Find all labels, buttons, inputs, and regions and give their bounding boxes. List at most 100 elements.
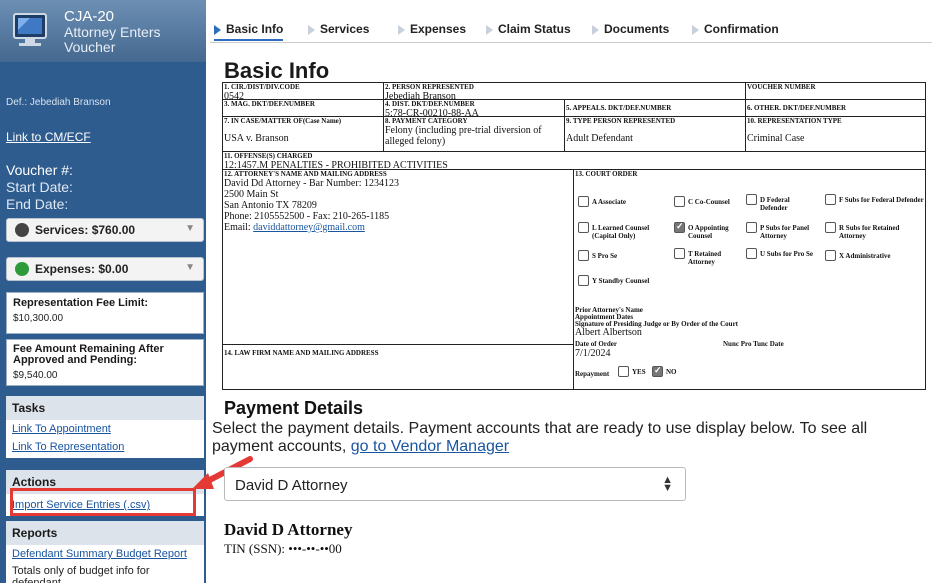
checkbox-label: U Subs for Pro Se xyxy=(760,250,814,258)
field-8-payment-category: 8. PAYMENT CATEGORY Felony (including pr… xyxy=(383,116,565,152)
field-label: 11. OFFENSE(S) CHARGED xyxy=(224,152,313,160)
checkbox-label: P Subs for Panel Attorney xyxy=(760,224,810,240)
field-5-appeals-dkt: 5. APPEALS. DKT/DEF.NUMBER xyxy=(564,99,746,117)
clock-icon xyxy=(15,223,29,237)
checkbox xyxy=(578,275,589,286)
attorney-street: 2500 Main St xyxy=(224,189,279,200)
payment-details-description: Select the payment details. Payment acco… xyxy=(212,420,928,456)
expenses-total-toggle[interactable]: Expenses: $0.00 ▼ xyxy=(6,257,204,281)
end-date-label: End Date: xyxy=(6,196,69,212)
checkbox-label: R Subs for Retained Attorney xyxy=(839,224,900,240)
chevron-right-icon xyxy=(692,24,699,35)
vendor-manager-link[interactable]: go to Vendor Manager xyxy=(351,438,509,455)
tab-basic-info[interactable]: Basic Info xyxy=(214,22,284,41)
field-label: 6. OTHER. DKT/DEF.NUMBER xyxy=(747,104,847,112)
field-label: 8. PAYMENT CATEGORY xyxy=(385,117,468,125)
tasks-section: Tasks Link To Appointment Link To Repres… xyxy=(6,396,204,458)
tab-confirmation[interactable]: Confirmation xyxy=(692,22,779,36)
tab-expenses[interactable]: Expenses xyxy=(398,22,466,36)
services-total: Services: $760.00 xyxy=(35,223,136,237)
computer-icon xyxy=(13,13,47,46)
app-title: Attorney Enters Voucher xyxy=(64,25,161,55)
defendant-summary-budget-report-link[interactable]: Defendant Summary Budget Report xyxy=(6,545,204,563)
fee-limit-box: Representation Fee Limit: $10,300.00 xyxy=(6,292,204,334)
field-label: 1. CIR./DIST/DIV.CODE xyxy=(224,83,300,91)
chevron-right-icon xyxy=(398,24,405,35)
checkbox-label: A Associate xyxy=(592,198,627,206)
dollar-icon xyxy=(15,262,29,276)
voucher-number-label: Voucher #: xyxy=(6,162,73,178)
chevron-right-icon xyxy=(214,24,221,35)
chevron-down-icon: ▼ xyxy=(185,262,195,273)
select-arrows-icon: ▲ ▼ xyxy=(662,474,673,494)
checkbox xyxy=(746,222,757,233)
checkbox-label: YES xyxy=(632,368,646,376)
field-label: 12. ATTORNEY'S NAME AND MAILING ADDRESS xyxy=(224,170,387,178)
field-label: 4. DIST. DKT/DEF.NUMBER xyxy=(385,100,475,108)
field-label: VOUCHER NUMBER xyxy=(747,83,816,91)
services-total-toggle[interactable]: Services: $760.00 ▼ xyxy=(6,218,204,242)
link-to-representation[interactable]: Link To Representation xyxy=(6,438,204,456)
field-10-representation-type: 10. REPRESENTATION TYPE Criminal Case xyxy=(745,116,926,152)
field-value: Criminal Case xyxy=(747,133,805,144)
field-7-case-name: 7. IN CASE/MATTER OF(Case Name) USA v. B… xyxy=(222,116,384,152)
tab-claim-status[interactable]: Claim Status xyxy=(486,22,571,36)
tab-services[interactable]: Services xyxy=(308,22,369,36)
checkbox xyxy=(674,222,685,233)
chevron-right-icon xyxy=(486,24,493,35)
checkbox xyxy=(825,222,836,233)
tab-documents[interactable]: Documents xyxy=(592,22,669,36)
defendant-name: Def.: Jebediah Branson xyxy=(6,97,111,108)
checkbox-label: T Retained Attorney xyxy=(688,250,722,266)
checkbox xyxy=(674,248,685,259)
voucher-info: Voucher #: Start Date: End Date: xyxy=(6,162,73,213)
app-code: CJA-20 xyxy=(64,8,115,25)
checkbox-label: L Learned Counsel (Capital Only) xyxy=(592,224,650,240)
field-12-attorney: 12. ATTORNEY'S NAME AND MAILING ADDRESS … xyxy=(222,169,574,345)
page-title: Basic Info xyxy=(224,58,330,83)
vendor-name: David D Attorney xyxy=(224,520,353,539)
field-label: 3. MAG. DKT/DEF.NUMBER xyxy=(224,100,315,108)
attorney-email-link[interactable]: daviddattorney@gmail.com xyxy=(253,222,365,233)
tab-label: Documents xyxy=(604,22,670,36)
app-title-line2: Voucher xyxy=(64,39,116,55)
payment-desc-text: Select the payment details. Payment acco… xyxy=(212,420,868,455)
fee-limit-value: $10,300.00 xyxy=(13,313,64,324)
checkbox xyxy=(618,366,629,377)
field-value: Adult Defendant xyxy=(566,133,633,144)
field-3-mag-dkt: 3. MAG. DKT/DEF.NUMBER xyxy=(222,99,384,117)
checkbox-label: Y Standby Counsel xyxy=(592,277,650,285)
checkbox-label: C Co-Counsel xyxy=(688,198,730,206)
link-to-appointment[interactable]: Link To Appointment xyxy=(6,420,204,438)
attorney-email-row: Email: daviddattorney@gmail.com xyxy=(223,222,573,233)
checkbox-label: O Appointing Counsel xyxy=(688,224,729,240)
tab-label: Expenses xyxy=(410,22,467,36)
field-1-code: 1. CIR./DIST/DIV.CODE 0542 xyxy=(222,82,384,100)
vendor-tin: TIN (SSN): •••-••-••00 xyxy=(224,541,342,556)
field-label: 14. LAW FIRM NAME AND MAILING ADDRESS xyxy=(224,349,379,357)
tab-label: Confirmation xyxy=(704,22,779,36)
checkbox xyxy=(578,196,589,207)
app-title-line1: Attorney Enters xyxy=(64,24,161,40)
fee-remaining-label: Fee Amount Remaining After Approved and … xyxy=(13,343,164,366)
vendor-select[interactable]: David D Attorney ▲ ▼ xyxy=(224,467,686,501)
payment-details-title: Payment Details xyxy=(224,398,364,418)
chevron-right-icon xyxy=(308,24,315,35)
report-note: Totals only of budget info for defendant xyxy=(12,565,150,583)
cmecf-link[interactable]: Link to CM/ECF xyxy=(6,130,91,144)
field-4-dist-dkt: 4. DIST. DKT/DEF.NUMBER 5:78-CR-00210-88… xyxy=(383,99,565,117)
chevron-down-icon: ▼ xyxy=(185,223,195,234)
fee-remaining-box: Fee Amount Remaining After Approved and … xyxy=(6,339,204,386)
tab-label: Claim Status xyxy=(498,22,571,36)
field-label: 2. PERSON REPRESENTED xyxy=(385,83,474,91)
field-voucher-number: VOUCHER NUMBER xyxy=(745,82,926,100)
checkbox xyxy=(825,250,836,261)
checkbox-label: NO xyxy=(666,368,677,376)
start-date-label: Start Date: xyxy=(6,179,73,195)
checkbox-label: F Subs for Federal Defender xyxy=(839,196,924,204)
nunc-pro-tunc-label: Nunc Pro Tunc Date xyxy=(723,340,784,348)
email-label: Email: xyxy=(224,222,254,233)
callout-highlight xyxy=(10,488,196,516)
checkbox xyxy=(746,194,757,205)
repayment-label: Repayment xyxy=(575,370,610,378)
